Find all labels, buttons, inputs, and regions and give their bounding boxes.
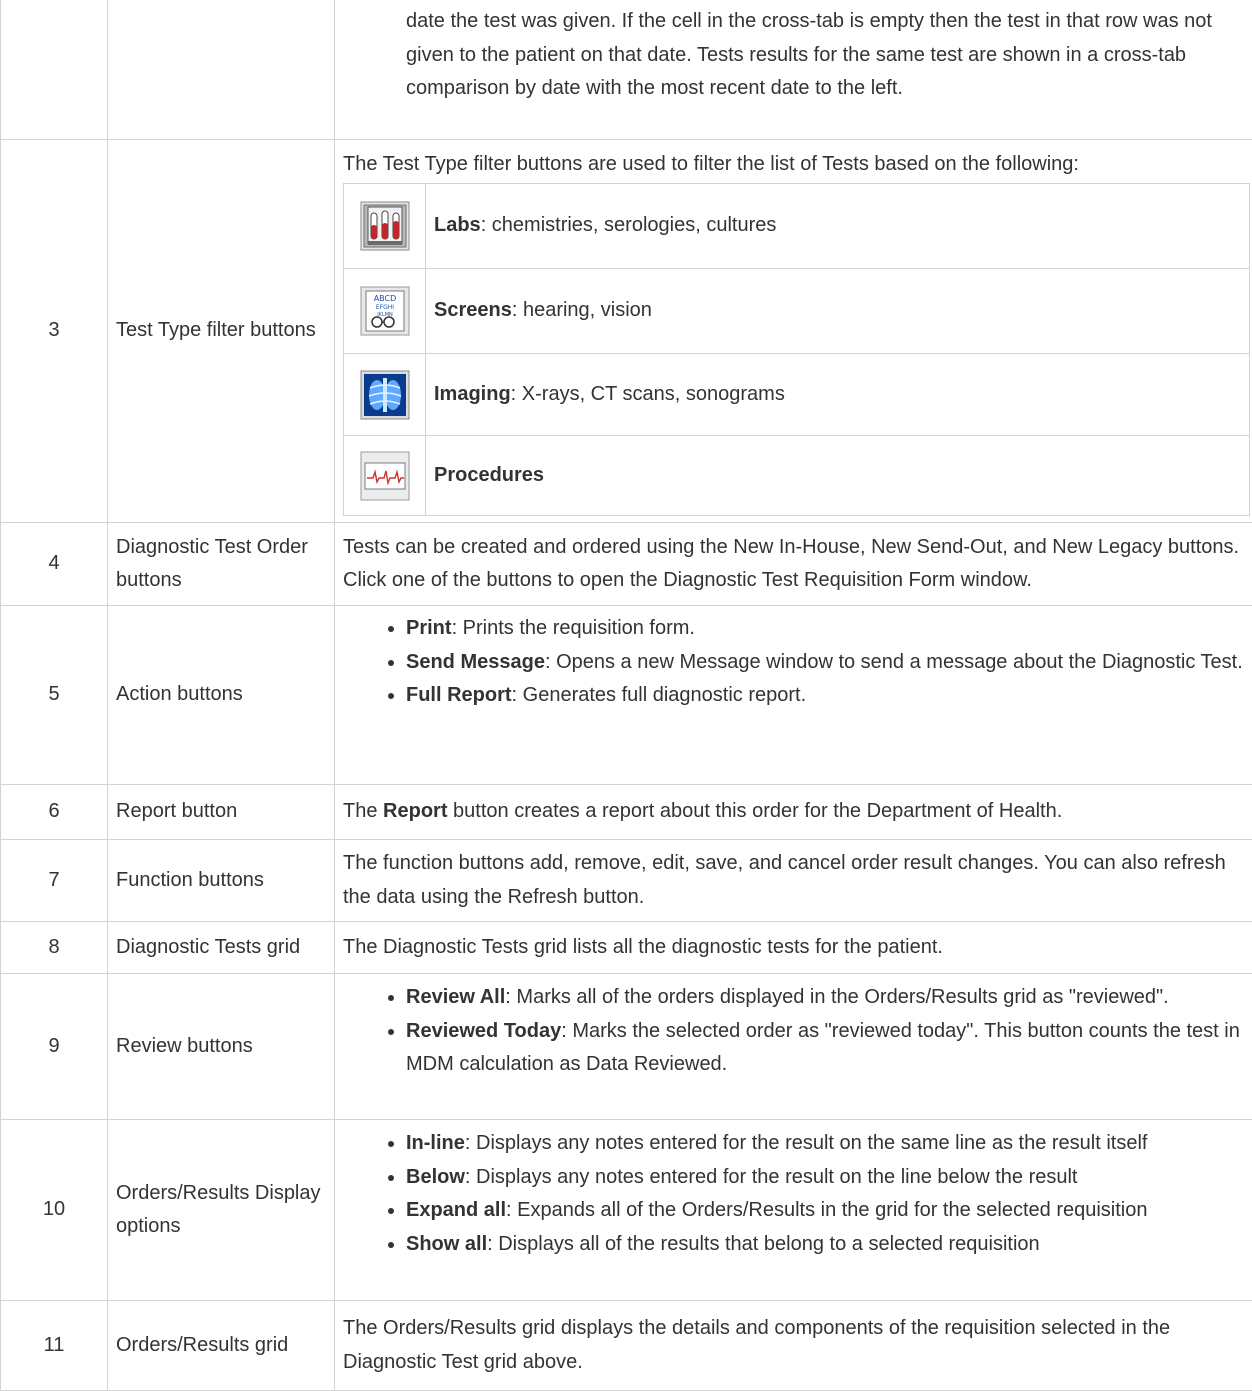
row-number: 7 [1,840,108,922]
list-item: Expand all: Expands all of the Orders/Re… [406,1194,1250,1228]
list-item: Show all: Displays all of the results th… [406,1228,1250,1262]
row-name: Action buttons [108,606,335,785]
filter-desc: : hearing, vision [512,299,652,321]
imaging-xray-icon[interactable] [360,370,410,420]
filter-row-procedures: Procedures [344,436,1250,516]
list-item: Review All: Marks all of the orders disp… [406,981,1250,1015]
list-item: Reviewed Today: Marks the selected order… [406,1015,1250,1082]
row-number: 4 [1,523,108,606]
list-item: In-line: Displays any notes entered for … [406,1127,1250,1161]
labs-test-tubes-icon[interactable] [360,201,410,251]
row-name: Diagnostic Test Order buttons [108,523,335,606]
row-description: Review All: Marks all of the orders disp… [335,974,1252,1120]
row-name: Orders/Results Display options [108,1120,335,1301]
svg-text:EFGHI: EFGHI [375,304,393,311]
row-number: 5 [1,606,108,785]
row-description: In-line: Displays any notes entered for … [335,1120,1252,1301]
svg-text:ABCD: ABCD [373,294,396,303]
display-options-list: In-line: Displays any notes entered for … [343,1127,1250,1261]
continued-description-text: date the test was given. If the cell in … [343,5,1250,106]
row-description: Print: Prints the requisition form. Send… [335,606,1252,785]
row-name: Report button [108,785,335,840]
action-buttons-list: Print: Prints the requisition form. Send… [343,612,1250,713]
row-name: Function buttons [108,840,335,922]
filter-row-labs: Labs: chemistries, serologies, cultures [344,184,1250,269]
list-item: Print: Prints the requisition form. [406,612,1250,646]
table-row: 5 Action buttons Print: Prints the requi… [1,606,1252,785]
procedures-ecg-icon[interactable] [360,451,410,501]
table-row: 7 Function buttons The function buttons … [1,840,1252,922]
row-number: 3 [1,139,108,523]
screens-eye-chart-icon[interactable]: ABCD EFGHI JKLMN [360,286,410,336]
filter-buttons-table: Labs: chemistries, serologies, cultures … [343,183,1250,516]
row-description: The Diagnostic Tests grid lists all the … [335,922,1252,974]
filter-row-screens: ABCD EFGHI JKLMN [344,269,1250,354]
row-number: 8 [1,922,108,974]
row-number: 10 [1,1120,108,1301]
table-row: 6 Report button The Report button create… [1,785,1252,840]
table-row: date the test was given. If the cell in … [1,0,1252,139]
filter-desc: : chemistries, serologies, cultures [481,214,777,236]
row-description: Tests can be created and ordered using t… [335,523,1252,606]
filter-desc: : X-rays, CT scans, sonograms [511,383,785,405]
table-row: 11 Orders/Results grid The Orders/Result… [1,1301,1252,1391]
row-name: Orders/Results grid [108,1301,335,1391]
row-name: Test Type filter buttons [108,139,335,523]
table-row: 10 Orders/Results Display options In-lin… [1,1120,1252,1301]
row-name: Diagnostic Tests grid [108,922,335,974]
row-description: The function buttons add, remove, edit, … [335,840,1252,922]
filter-row-imaging: Imaging: X-rays, CT scans, sonograms [344,354,1250,436]
reference-table: date the test was given. If the cell in … [0,0,1252,1391]
table-row: 4 Diagnostic Test Order buttons Tests ca… [1,523,1252,606]
row-number: 11 [1,1301,108,1391]
row-name [108,0,335,139]
list-item: Send Message: Opens a new Message window… [406,646,1250,680]
table-row: 3 Test Type filter buttons The Test Type… [1,139,1252,523]
row-description: The Test Type filter buttons are used to… [335,139,1252,523]
table-row: 9 Review buttons Review All: Marks all o… [1,974,1252,1120]
table-row: 8 Diagnostic Tests grid The Diagnostic T… [1,922,1252,974]
review-buttons-list: Review All: Marks all of the orders disp… [343,981,1250,1082]
list-item: Full Report: Generates full diagnostic r… [406,679,1250,713]
row-name: Review buttons [108,974,335,1120]
row-description: The Report button creates a report about… [335,785,1252,840]
filter-intro-text: The Test Type filter buttons are used to… [343,148,1250,182]
row-number: 6 [1,785,108,840]
filter-label: Screens [434,299,512,321]
row-description: The Orders/Results grid displays the det… [335,1301,1252,1391]
filter-label: Imaging [434,383,511,405]
row-number: 9 [1,974,108,1120]
filter-label: Labs [434,214,481,236]
report-term: Report [383,800,447,822]
filter-label: Procedures [434,464,544,486]
row-number [1,0,108,139]
row-description: date the test was given. If the cell in … [335,0,1252,139]
list-item: Below: Displays any notes entered for th… [406,1161,1250,1195]
